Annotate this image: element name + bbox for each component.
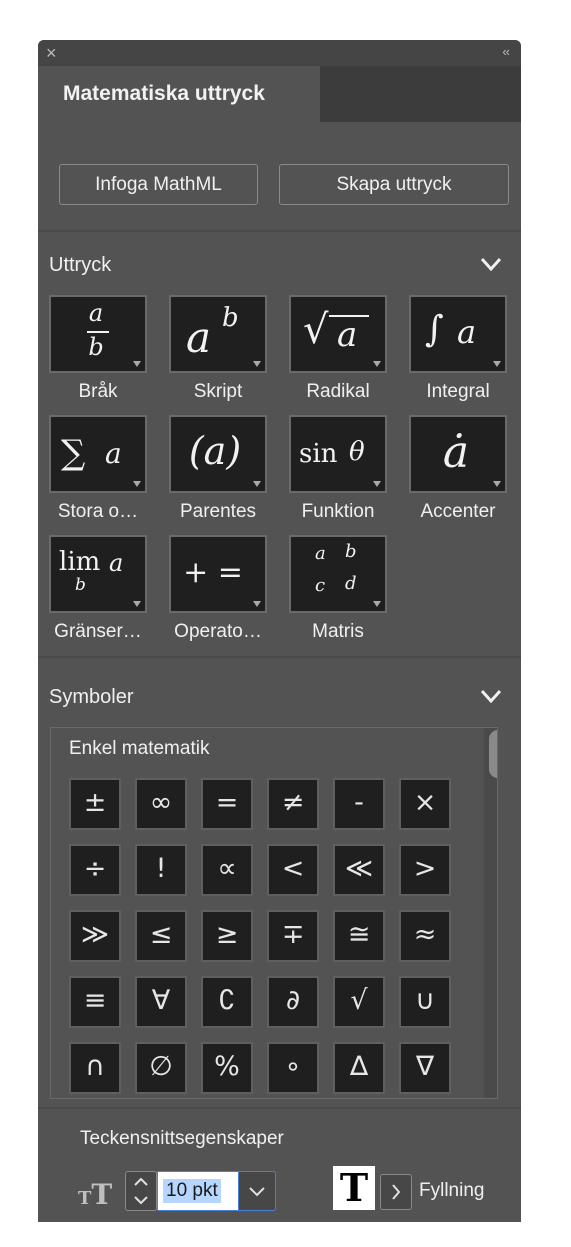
integral-icon: ∫ a <box>425 309 477 351</box>
font-size-value[interactable]: 10 pkt <box>163 1179 221 1203</box>
symbol-button[interactable]: ≠ <box>267 778 319 830</box>
superscript-icon: a b <box>186 303 239 362</box>
symbol-button[interactable]: ∓ <box>267 910 319 962</box>
expression-tile-script[interactable]: a b <box>169 295 267 373</box>
expression-tile-parenthesis[interactable]: (a) <box>169 415 267 493</box>
large-operator-icon: ∑ a <box>61 433 122 473</box>
close-icon[interactable]: × <box>46 43 57 63</box>
symbol-button[interactable]: ∘ <box>267 1042 319 1094</box>
symbol-button[interactable]: ≅ <box>333 910 385 962</box>
accent-icon: ȧ <box>442 427 470 478</box>
symbols-section-title: Symboler <box>49 686 134 708</box>
font-size-dropdown[interactable] <box>239 1171 276 1211</box>
limit-icon: lim a b <box>59 547 124 595</box>
expression-tile-accent[interactable]: ȧ <box>409 415 507 493</box>
symbol-button[interactable]: ∅ <box>135 1042 187 1094</box>
tab-math-expressions[interactable]: Matematiska uttryck <box>38 66 320 122</box>
chevron-right-icon[interactable] <box>381 1175 411 1209</box>
tab-strip: Matematiska uttryck <box>38 66 521 122</box>
chevron-down-icon[interactable] <box>479 252 503 276</box>
stepper-arrows-icon[interactable] <box>126 1172 156 1210</box>
expression-tile-operator[interactable]: + = <box>169 535 267 613</box>
symbol-button[interactable]: < <box>267 844 319 896</box>
fill-label: Fyllning <box>419 1180 485 1201</box>
symbol-button[interactable]: × <box>399 778 451 830</box>
symbol-button[interactable]: ≫ <box>69 910 121 962</box>
expression-tile-fraction[interactable]: a b <box>49 295 147 373</box>
radical-icon: √ a <box>291 297 385 371</box>
symbol-button[interactable]: % <box>201 1042 253 1094</box>
expression-tile-function[interactable]: sin θ <box>289 415 387 493</box>
symbols-list: Enkel matematik ± ∞ = ≠ - × ÷! ∝ < ≪ > ≫ ≤ ≥ ∓ ≅ ≈ ≡ ∀ ∁ ∂ √ ∪… <box>50 727 498 1099</box>
create-expression-button[interactable]: Skapa uttryck <box>279 164 509 205</box>
symbol-button[interactable]: ÷ <box>69 844 121 896</box>
tile-label-fraction: Bråk <box>78 381 118 402</box>
math-expressions-panel: × ‹‹ Matematiska uttryck Infoga MathML S… <box>38 40 521 1222</box>
symbol-button[interactable]: ∇ <box>399 1042 451 1094</box>
symbol-button[interactable]: ≈ <box>399 910 451 962</box>
tile-label-large-operator: Stora o… <box>57 501 139 522</box>
size-stepper[interactable] <box>125 1171 157 1211</box>
symbol-button[interactable]: ≪ <box>333 844 385 896</box>
collapse-icon[interactable]: ‹‹ <box>502 44 510 59</box>
symbol-button[interactable]: ≤ <box>135 910 187 962</box>
scrollbar-track[interactable] <box>484 728 497 1098</box>
expression-tile-large-operator[interactable]: ∑ a <box>49 415 147 493</box>
tile-label-radical: Radikal <box>306 381 370 402</box>
tile-label-matrix: Matris <box>312 621 364 642</box>
symbol-button[interactable]: √ <box>333 976 385 1028</box>
panel-titlebar: × ‹‹ <box>38 40 521 66</box>
symbol-button[interactable]: - <box>333 778 385 830</box>
tile-label-parenthesis: Parentes <box>179 501 257 522</box>
symbol-button[interactable]: ∆ <box>333 1042 385 1094</box>
expression-tile-radical[interactable]: √ a <box>289 295 387 373</box>
divider <box>38 656 521 658</box>
tile-label-function: Funktion <box>301 501 375 522</box>
divider <box>38 1107 521 1109</box>
font-size-input[interactable]: 10 pkt <box>157 1171 239 1211</box>
symbol-button[interactable]: ± <box>69 778 121 830</box>
symbol-button[interactable]: ! <box>135 844 187 896</box>
symbol-button[interactable]: ∞ <box>135 778 187 830</box>
symbol-button[interactable]: ∪ <box>399 976 451 1028</box>
matrix-icon: a b c d <box>315 541 357 596</box>
tile-label-integral: Integral <box>426 381 490 402</box>
symbol-button[interactable]: = <box>201 778 253 830</box>
symbol-button[interactable]: ∂ <box>267 976 319 1028</box>
font-size-icon: TT <box>78 1178 113 1211</box>
tile-label-accent: Accenter <box>420 501 496 522</box>
tile-label-limit: Gränser… <box>54 621 142 642</box>
expression-tile-limit[interactable]: lim a b <box>49 535 147 613</box>
insert-mathml-button[interactable]: Infoga MathML <box>59 164 258 205</box>
fraction-icon: a b <box>51 297 145 371</box>
font-properties-title: Teckensnittsegenskaper <box>80 1128 284 1149</box>
symbol-button[interactable]: ∀ <box>135 976 187 1028</box>
expressions-section-title: Uttryck <box>49 254 112 276</box>
operator-icon: + = <box>183 555 243 590</box>
symbol-button[interactable]: ≡ <box>69 976 121 1028</box>
parenthesis-icon: (a) <box>188 429 242 473</box>
chevron-down-icon[interactable] <box>479 684 503 708</box>
tile-label-script: Skript <box>193 381 243 402</box>
fill-color-swatch[interactable]: T <box>333 1166 375 1210</box>
symbol-button[interactable]: > <box>399 844 451 896</box>
symbol-button[interactable]: ∝ <box>201 844 253 896</box>
tile-label-operator: Operato… <box>174 621 262 642</box>
symbol-button[interactable]: ≥ <box>201 910 253 962</box>
divider <box>38 230 521 232</box>
symbol-button[interactable]: ∁ <box>201 976 253 1028</box>
expression-tile-matrix[interactable]: a b c d <box>289 535 387 613</box>
expression-tile-integral[interactable]: ∫ a <box>409 295 507 373</box>
function-icon: sin θ <box>299 437 365 469</box>
fill-options-button[interactable] <box>380 1174 412 1210</box>
scrollbar-thumb[interactable] <box>489 730 497 778</box>
symbol-group-title: Enkel matematik <box>69 738 210 759</box>
chevron-down-icon[interactable] <box>239 1172 275 1210</box>
symbol-button[interactable]: ∩ <box>69 1042 121 1094</box>
